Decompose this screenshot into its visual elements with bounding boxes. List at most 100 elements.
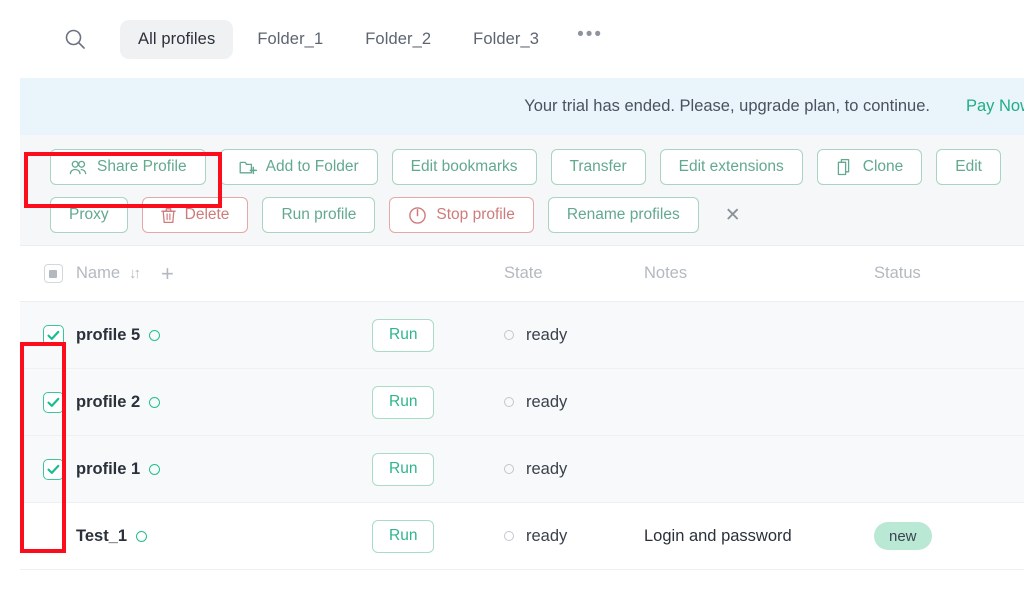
select-all-checkbox-cell	[30, 264, 76, 283]
state-label: ready	[526, 526, 568, 545]
folder-tab-bar: All profiles Folder_1 Folder_2 Folder_3 …	[0, 0, 1024, 78]
app-root: All profiles Folder_1 Folder_2 Folder_3 …	[0, 0, 1024, 600]
column-header-name-label: Name	[76, 264, 121, 282]
state-label: ready	[526, 325, 568, 344]
action-toolbar: Share Profile Add to Folder Edit bookmar…	[20, 135, 1024, 246]
state-dot-icon	[504, 464, 514, 474]
power-icon	[408, 206, 427, 225]
column-header-status: Status	[874, 264, 1014, 283]
add-column-icon[interactable]: +	[161, 262, 174, 285]
run-profile-button[interactable]: Run profile	[262, 197, 376, 233]
content-panel: Your trial has ended. Please, upgrade pl…	[20, 78, 1024, 600]
folder-add-icon	[239, 159, 257, 176]
transfer-button[interactable]: Transfer	[550, 149, 646, 185]
column-header-name: Name ↓↑ +	[76, 262, 372, 285]
add-to-folder-label: Add to Folder	[265, 158, 359, 175]
row-checkbox-unchecked[interactable]	[43, 526, 64, 547]
column-header-state: State	[504, 264, 644, 283]
people-icon	[69, 160, 88, 175]
edit-extensions-button[interactable]: Edit extensions	[659, 149, 803, 185]
row-checkbox-checked[interactable]	[42, 324, 64, 346]
profile-table-body: profile 5 Run ready profile 2 Run ready profil…	[20, 302, 1024, 570]
delete-label: Delete	[184, 206, 230, 223]
profile-name-cell: Test_1	[76, 527, 372, 546]
notes-label: Login and password	[644, 526, 792, 545]
column-header-notes: Notes	[644, 264, 874, 283]
tab-folder-3[interactable]: Folder_3	[455, 20, 557, 59]
pay-now-link[interactable]: Pay Now	[966, 97, 1024, 116]
state-cell: ready	[504, 393, 644, 412]
row-run-button[interactable]: Run	[372, 385, 435, 419]
table-header: Name ↓↑ + State Notes Status	[20, 246, 1024, 302]
more-tabs-icon[interactable]: •••	[563, 24, 617, 54]
toolbar-row-primary: Share Profile Add to Folder Edit bookmar…	[50, 149, 1024, 185]
row-run-button[interactable]: Run	[372, 452, 435, 486]
profile-name: Test_1	[76, 526, 128, 545]
trial-banner: Your trial has ended. Please, upgrade pl…	[20, 78, 1024, 135]
delete-button[interactable]: Delete	[141, 197, 249, 233]
profile-name: profile 1	[76, 459, 141, 478]
add-to-folder-button[interactable]: Add to Folder	[219, 149, 378, 185]
state-dot-icon	[504, 531, 514, 541]
copy-icon	[836, 158, 854, 176]
row-checkbox-cell	[30, 458, 76, 480]
table-row[interactable]: profile 5 Run ready	[20, 302, 1024, 369]
column-header-state-label: State	[504, 264, 543, 282]
trash-icon	[160, 207, 176, 224]
proxy-button[interactable]: Proxy	[50, 197, 128, 233]
select-all-checkbox[interactable]	[43, 264, 63, 283]
tab-folder-2[interactable]: Folder_2	[347, 20, 449, 59]
profile-status-dot-icon	[149, 463, 161, 475]
tab-folder-1[interactable]: Folder_1	[239, 20, 341, 59]
stop-profile-label: Stop profile	[436, 206, 515, 223]
search-icon[interactable]	[58, 22, 92, 56]
row-checkbox-cell	[30, 526, 76, 547]
status-cell: new	[874, 522, 1014, 550]
share-profile-button[interactable]: Share Profile	[50, 149, 206, 185]
state-dot-icon	[504, 330, 514, 340]
profile-name-cell: profile 5	[76, 326, 372, 345]
run-cell: Run	[372, 318, 504, 352]
edit-button[interactable]: Edit	[936, 149, 1001, 185]
profile-name: profile 2	[76, 392, 141, 411]
state-label: ready	[526, 392, 568, 411]
row-checkbox-checked[interactable]	[42, 391, 64, 413]
close-toolbar-icon[interactable]: ✕	[719, 204, 747, 227]
clone-button[interactable]: Clone	[816, 149, 923, 185]
run-cell: Run	[372, 452, 504, 486]
state-cell: ready	[504, 527, 644, 546]
table-row[interactable]: Test_1 Run ready Login and password new	[20, 503, 1024, 570]
state-label: ready	[526, 459, 568, 478]
run-cell: Run	[372, 385, 504, 419]
status-badge: new	[874, 522, 932, 550]
row-checkbox-cell	[30, 324, 76, 346]
share-profile-label: Share Profile	[97, 158, 187, 175]
profile-status-dot-icon	[149, 329, 161, 341]
row-run-button[interactable]: Run	[372, 318, 435, 352]
state-cell: ready	[504, 326, 644, 345]
tab-all-profiles[interactable]: All profiles	[120, 19, 234, 59]
sort-icon[interactable]: ↓↑	[129, 265, 141, 282]
edit-bookmarks-button[interactable]: Edit bookmarks	[391, 149, 537, 185]
toolbar-row-secondary: Proxy Delete Run profile Stop profile Re…	[50, 197, 1024, 233]
profile-status-dot-icon	[149, 396, 161, 408]
notes-cell: Login and password	[644, 527, 874, 546]
stop-profile-button[interactable]: Stop profile	[389, 197, 534, 233]
state-dot-icon	[504, 397, 514, 407]
table-row[interactable]: profile 1 Run ready	[20, 436, 1024, 503]
rename-profiles-button[interactable]: Rename profiles	[547, 197, 699, 233]
trial-banner-message: Your trial has ended. Please, upgrade pl…	[524, 97, 930, 115]
column-header-status-label: Status	[874, 264, 921, 282]
table-row[interactable]: profile 2 Run ready	[20, 369, 1024, 436]
clone-label: Clone	[862, 158, 904, 175]
row-checkbox-checked[interactable]	[42, 458, 64, 480]
profile-name-cell: profile 2	[76, 393, 372, 412]
profile-name-cell: profile 1	[76, 460, 372, 479]
row-checkbox-cell	[30, 391, 76, 413]
profile-name: profile 5	[76, 325, 141, 344]
profile-status-dot-icon	[136, 530, 148, 542]
column-header-notes-label: Notes	[644, 264, 688, 282]
run-cell: Run	[372, 519, 504, 553]
state-cell: ready	[504, 460, 644, 479]
row-run-button[interactable]: Run	[372, 519, 435, 553]
